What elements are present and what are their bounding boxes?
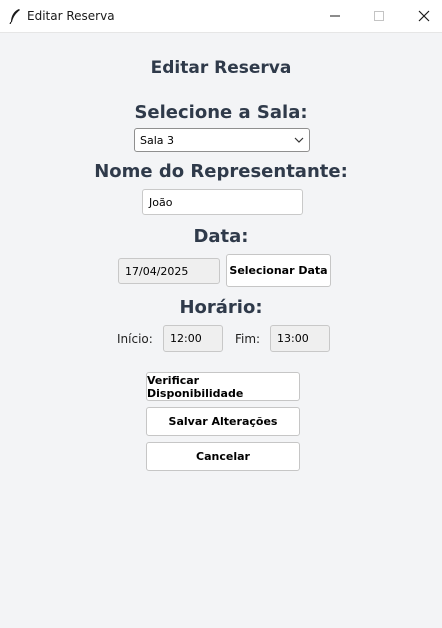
representative-label: Nome do Representante: <box>94 161 348 182</box>
end-time-input[interactable]: 13:00 <box>270 325 330 352</box>
close-icon <box>418 10 430 22</box>
time-label: Horário: <box>179 297 263 318</box>
start-time-input[interactable]: 12:00 <box>163 325 223 352</box>
save-changes-button[interactable]: Salvar Alterações <box>146 407 300 436</box>
title-bar: Editar Reserva <box>0 0 442 33</box>
minimize-icon <box>330 15 340 17</box>
maximize-icon <box>374 11 384 21</box>
close-button[interactable] <box>402 0 442 32</box>
representative-input[interactable]: João <box>142 189 303 215</box>
maximize-button[interactable] <box>357 0 401 32</box>
page-title: Editar Reserva <box>150 58 292 78</box>
cancel-button[interactable]: Cancelar <box>146 442 300 471</box>
room-select[interactable]: Sala 3 <box>134 128 310 152</box>
date-label: Data: <box>193 226 249 247</box>
room-label: Selecione a Sala: <box>134 102 308 123</box>
room-select-value: Sala 3 <box>140 134 175 147</box>
chevron-down-icon <box>294 137 304 143</box>
select-date-button[interactable]: Selecionar Data <box>226 254 331 287</box>
date-input[interactable]: 17/04/2025 <box>118 258 220 284</box>
check-availability-button[interactable]: Verificar Disponibilidade <box>146 372 300 401</box>
minimize-button[interactable] <box>313 0 357 32</box>
feather-icon <box>9 9 20 24</box>
start-time-label: Início: <box>117 332 153 346</box>
end-time-label: Fim: <box>235 332 261 346</box>
window-title: Editar Reserva <box>27 9 115 23</box>
